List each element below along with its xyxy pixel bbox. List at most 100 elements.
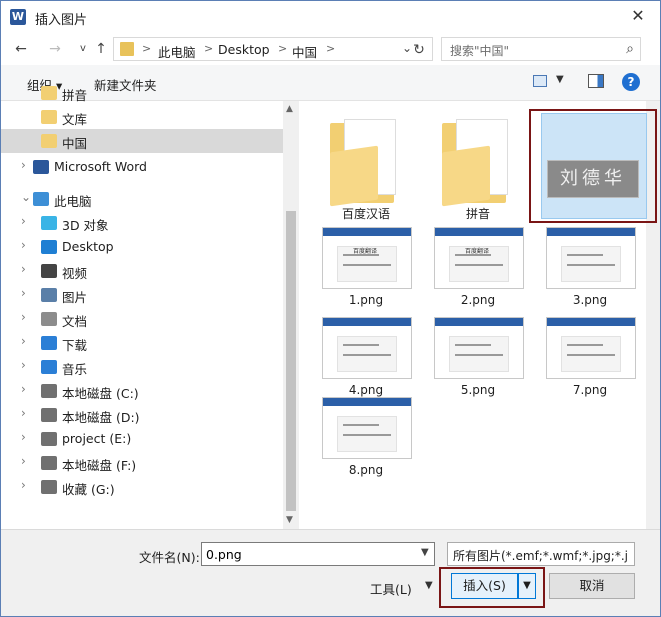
nav-item-label: 收藏 (G:) (62, 482, 115, 497)
image-file-item[interactable]: 百度翻译 2.png (426, 227, 530, 311)
cancel-button[interactable]: 取消 (549, 573, 635, 599)
close-button[interactable]: ✕ (616, 1, 660, 31)
back-arrow-icon[interactable]: ← (11, 39, 31, 59)
nav-item[interactable]: › 音乐 (1, 355, 283, 379)
nav-item[interactable]: › 本地磁盘 (F:) (1, 451, 283, 475)
nav-item[interactable]: › 本地磁盘 (C:) (1, 379, 283, 403)
nav-item-label: 文库 (62, 112, 88, 127)
documents-icon (41, 312, 57, 326)
desktop-icon (41, 240, 57, 254)
search-placeholder: 搜索"中国" (450, 44, 510, 58)
image-thumbnail: 百度翻译 (322, 227, 412, 289)
search-icon: ⌕ (626, 41, 634, 57)
collapse-chevron-icon[interactable]: › (21, 262, 26, 276)
file-name-label: 2.png (460, 293, 496, 307)
nav-item[interactable]: ⌄ 此电脑 (1, 187, 283, 211)
nav-item[interactable]: › 本地磁盘 (D:) (1, 403, 283, 427)
nav-item[interactable]: › Desktop (1, 235, 283, 259)
nav-item[interactable]: 文库 (1, 105, 283, 129)
file-name-label: 5.png (460, 383, 496, 397)
scroll-up-icon[interactable]: ▲ (286, 104, 293, 114)
filename-dropdown-icon[interactable]: ▼ (421, 547, 429, 558)
refresh-icon[interactable]: ↻ (411, 42, 427, 58)
tools-dropdown-icon[interactable]: ▼ (425, 580, 433, 591)
collapse-chevron-icon[interactable]: › (21, 406, 26, 420)
image-file-item[interactable]: 3.png (538, 227, 642, 311)
image-file-item[interactable]: 7.png (538, 317, 642, 401)
file-name-label: 1.png (348, 293, 384, 307)
nav-item[interactable]: › 收藏 (G:) (1, 475, 283, 499)
help-icon[interactable]: ? (622, 73, 640, 91)
up-arrow-icon[interactable]: ↑ (91, 39, 111, 59)
collapse-chevron-icon[interactable]: › (21, 478, 26, 492)
view-dropdown-icon[interactable]: ▼ (556, 74, 564, 85)
filename-label: 文件名(N): (139, 550, 200, 565)
nav-item[interactable]: › 3D 对象 (1, 211, 283, 235)
breadcrumb-china[interactable]: 中国 (292, 42, 317, 61)
highlight-box-selected-file (529, 109, 657, 223)
breadcrumb-this-pc[interactable]: 此电脑 (158, 42, 196, 61)
scroll-down-icon[interactable]: ▼ (286, 515, 293, 525)
folder-icon (442, 119, 516, 207)
file-name-label: 7.png (572, 383, 608, 397)
filename-field[interactable] (201, 542, 435, 566)
collapse-chevron-icon[interactable]: › (21, 454, 26, 468)
file-type-filter[interactable]: 所有图片(*.emf;*.wmf;*.jpg;*.j (447, 542, 635, 566)
navigation-scrollbar[interactable]: ▲ ▼ (283, 101, 299, 529)
collapse-chevron-icon[interactable]: › (21, 334, 26, 348)
collapse-chevron-icon[interactable]: › (21, 158, 26, 172)
collapse-chevron-icon[interactable]: › (21, 358, 26, 372)
highlight-box-insert (439, 567, 545, 608)
folder-item[interactable]: 拼音 (426, 119, 530, 223)
nav-item[interactable]: 拼音 (1, 81, 283, 105)
nav-item[interactable]: › Microsoft Word (1, 155, 283, 179)
nav-item-label: 此电脑 (54, 194, 92, 209)
breadcrumb-desktop[interactable]: Desktop (218, 42, 270, 57)
nav-item[interactable]: › 文档 (1, 307, 283, 331)
image-file-item[interactable]: 4.png (314, 317, 418, 401)
nav-item[interactable]: 中国 (1, 129, 283, 153)
nav-item-label: 音乐 (62, 362, 88, 377)
forward-arrow-icon[interactable]: → (45, 39, 65, 59)
recent-dropdown-icon[interactable]: v (73, 39, 93, 59)
change-view-icon[interactable] (533, 75, 547, 87)
image-file-item[interactable]: 8.png (314, 397, 418, 481)
collapse-chevron-icon[interactable]: › (21, 430, 26, 444)
collapse-chevron-icon[interactable]: › (21, 238, 26, 252)
drive-c-icon (41, 384, 57, 398)
collapse-chevron-icon[interactable]: › (21, 286, 26, 300)
image-file-item[interactable]: 百度翻译 1.png (314, 227, 418, 311)
3d-objects-icon (41, 216, 57, 230)
nav-item[interactable]: › 视频 (1, 259, 283, 283)
image-thumbnail (546, 227, 636, 289)
thumbnail-caption: 百度翻译 (353, 248, 378, 255)
search-box[interactable]: 搜索"中国" ⌕ (441, 37, 641, 61)
drive-icon (41, 456, 57, 470)
nav-item-label: 本地磁盘 (C:) (62, 386, 139, 401)
title-bar: W 插入图片 ✕ (1, 1, 660, 33)
nav-item-label: 视频 (62, 266, 88, 281)
image-thumbnail: 百度翻译 (434, 227, 524, 289)
preview-pane-icon[interactable] (588, 74, 604, 88)
image-file-item[interactable]: 5.png (426, 317, 530, 401)
expand-chevron-icon[interactable]: ⌄ (21, 190, 31, 204)
word-icon: W (10, 9, 26, 25)
music-icon (41, 360, 57, 374)
collapse-chevron-icon[interactable]: › (21, 382, 26, 396)
nav-item-label: 本地磁盘 (D:) (62, 410, 140, 425)
folder-item[interactable]: 百度汉语 (314, 119, 418, 223)
scrollbar-thumb[interactable] (286, 211, 296, 511)
dialog-footer: 文件名(N): ▼ 所有图片(*.emf;*.wmf;*.jpg;*.j 工具(… (1, 529, 660, 616)
nav-item[interactable]: › 下载 (1, 331, 283, 355)
nav-item[interactable]: › 图片 (1, 283, 283, 307)
breadcrumb-separator: > (326, 42, 336, 55)
collapse-chevron-icon[interactable]: › (21, 214, 26, 228)
collapse-chevron-icon[interactable]: › (21, 310, 26, 324)
navigation-pane: 拼音 文库 中国 › Microsoft Word ⌄ 此电脑 › 3D 对象 › Desktop ›… (1, 86, 299, 529)
address-bar[interactable]: > 此电脑 > Desktop > 中国 > ⌄ (113, 37, 433, 61)
file-name-label: 拼音 (465, 207, 490, 221)
folder-icon (41, 86, 57, 100)
nav-item-label: 图片 (62, 290, 88, 305)
tools-button[interactable]: 工具(L) (370, 579, 412, 598)
nav-item[interactable]: › project (E:) (1, 427, 283, 451)
